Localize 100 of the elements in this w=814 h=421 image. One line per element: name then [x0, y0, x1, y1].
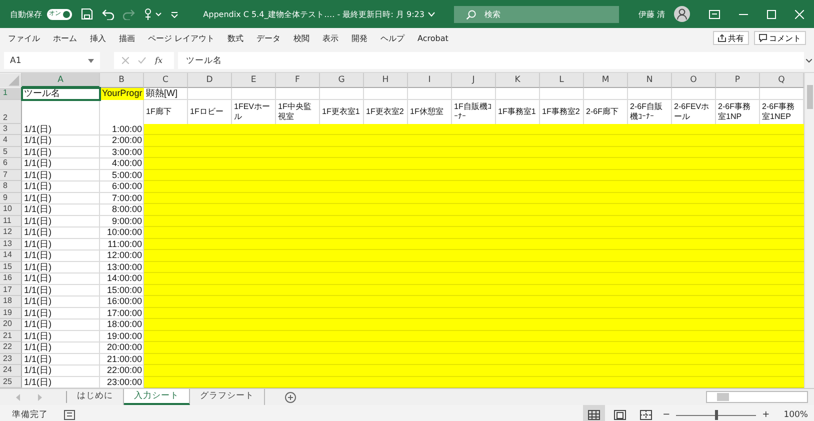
table-cell[interactable]: 1F事務室2 [540, 100, 584, 124]
row-header[interactable]: 16 [0, 273, 22, 284]
row-header[interactable]: 3 [0, 124, 22, 135]
table-cell[interactable]: 1F廊下 [144, 100, 188, 124]
table-cell[interactable]: 1/1(日) [22, 146, 100, 158]
table-cell[interactable]: 1/1(日) [22, 308, 100, 319]
row-header[interactable]: 11 [0, 216, 22, 227]
table-cell[interactable]: 9:00:00 [100, 216, 144, 227]
row-header[interactable]: 20 [0, 319, 22, 330]
insert-function-button[interactable]: fx [155, 56, 162, 65]
table-cell[interactable]: 1/1(日) [22, 216, 100, 227]
row-header[interactable]: 10 [0, 204, 22, 216]
column-header[interactable]: N [628, 73, 672, 88]
row-header[interactable]: 21 [0, 330, 22, 342]
menu-tab[interactable]: 表示 [322, 32, 339, 44]
table-cell[interactable]: 14:00:00 [100, 273, 144, 284]
share-button[interactable]: 共有 [713, 31, 749, 45]
table-cell[interactable]: 1/1(日) [22, 376, 100, 388]
table-cell[interactable]: 1/1(日) [22, 262, 100, 273]
table-cell[interactable]: 23:00:00 [100, 376, 144, 388]
column-header[interactable]: M [584, 73, 628, 88]
table-cell[interactable]: 11:00:00 [100, 238, 144, 250]
table-cell[interactable]: 1F更衣室2 [364, 100, 408, 124]
sheet-tab[interactable]: 入力シート [124, 389, 190, 405]
table-cell[interactable]: 顕熱[W] [144, 88, 188, 100]
table-cell[interactable]: 21:00:00 [100, 354, 144, 365]
menu-tab[interactable]: ヘルプ [380, 32, 405, 44]
formula-field[interactable]: ツール名 [178, 52, 804, 69]
table-cell[interactable]: 1/1(日) [22, 124, 100, 135]
table-cell[interactable]: 1/1(日) [22, 354, 100, 365]
column-header[interactable]: F [276, 73, 320, 88]
menu-tab[interactable]: ファイル [8, 32, 40, 44]
table-cell[interactable]: 13:00:00 [100, 262, 144, 273]
row-header[interactable]: 18 [0, 296, 22, 308]
table-cell[interactable]: 1/1(日) [22, 250, 100, 262]
table-cell[interactable]: 2:00:00 [100, 135, 144, 146]
row-header[interactable]: 1 [0, 88, 22, 100]
row-header[interactable]: 9 [0, 192, 22, 204]
table-cell[interactable]: 1/1(日) [22, 273, 100, 284]
table-cell[interactable]: 1/1(日) [22, 238, 100, 250]
column-header[interactable]: B [100, 73, 144, 88]
table-cell[interactable]: 20:00:00 [100, 342, 144, 354]
zoom-out-button[interactable]: − [662, 410, 670, 420]
row-header[interactable]: 6 [0, 158, 22, 170]
table-cell[interactable]: 1/1(日) [22, 181, 100, 192]
column-header[interactable]: O [672, 73, 716, 88]
table-cell[interactable]: 1/1(日) [22, 192, 100, 204]
row-header[interactable]: 8 [0, 181, 22, 192]
menu-tab[interactable]: データ [256, 32, 281, 44]
column-header[interactable]: D [188, 73, 232, 88]
column-header[interactable]: P [716, 73, 760, 88]
row-header[interactable]: 7 [0, 170, 22, 181]
row-header[interactable]: 4 [0, 135, 22, 146]
table-cell[interactable]: 2-6F事務室1NEP [760, 100, 804, 124]
column-header[interactable]: H [364, 73, 408, 88]
table-cell[interactable]: 1Fロビー [188, 100, 232, 124]
row-header[interactable]: 15 [0, 262, 22, 273]
table-cell[interactable]: 1F自販機ｺｰﾅｰ [452, 100, 496, 124]
table-cell[interactable]: 17:00:00 [100, 308, 144, 319]
table-cell[interactable]: 1F事務室1 [496, 100, 540, 124]
table-cell[interactable]: YourProgr [100, 88, 144, 100]
table-cell[interactable]: 2-6F事務室1NP [716, 100, 760, 124]
table-cell[interactable]: 1F休憩室 [408, 100, 452, 124]
table-cell[interactable]: 1/1(日) [22, 330, 100, 342]
table-cell[interactable]: 1:00:00 [100, 124, 144, 135]
row-header[interactable]: 22 [0, 342, 22, 354]
table-cell[interactable]: 2-6F廊下 [584, 100, 628, 124]
table-cell[interactable]: 1/1(日) [22, 204, 100, 216]
table-cell[interactable]: 1/1(日) [22, 365, 100, 376]
table-cell[interactable]: 1/1(日) [22, 319, 100, 330]
table-cell[interactable]: 12:00:00 [100, 250, 144, 262]
table-cell[interactable]: 6:00:00 [100, 181, 144, 192]
row-header[interactable]: 13 [0, 238, 22, 250]
row-header[interactable]: 12 [0, 227, 22, 238]
table-cell[interactable]: 1/1(日) [22, 227, 100, 238]
table-cell[interactable]: 1F中央監視室 [276, 100, 320, 124]
menu-tab[interactable]: Acrobat [418, 34, 448, 42]
row-header[interactable]: 2 [0, 100, 22, 124]
table-cell[interactable]: 8:00:00 [100, 204, 144, 216]
column-header[interactable]: J [452, 73, 496, 88]
table-cell[interactable]: 2-6FEVホール [672, 100, 716, 124]
row-header[interactable]: 5 [0, 146, 22, 158]
menu-tab[interactable]: ページ レイアウト [148, 32, 215, 44]
table-cell[interactable]: 1FEVホール [232, 100, 276, 124]
zoom-in-button[interactable]: + [762, 410, 770, 420]
column-header[interactable]: A [22, 73, 100, 88]
column-header[interactable]: Q [760, 73, 804, 88]
table-cell[interactable]: 18:00:00 [100, 319, 144, 330]
table-cell[interactable]: ツール名 [22, 88, 100, 100]
column-header[interactable]: G [320, 73, 364, 88]
row-header[interactable]: 14 [0, 250, 22, 262]
menu-tab[interactable]: ホーム [53, 32, 77, 44]
table-cell[interactable]: 19:00:00 [100, 330, 144, 342]
row-header[interactable]: 23 [0, 354, 22, 365]
column-header[interactable]: K [496, 73, 540, 88]
row-header[interactable]: 17 [0, 284, 22, 296]
table-cell[interactable]: 3:00:00 [100, 146, 144, 158]
table-cell[interactable]: 1F更衣室1 [320, 100, 364, 124]
column-header[interactable]: C [144, 73, 188, 88]
table-cell[interactable]: 7:00:00 [100, 192, 144, 204]
